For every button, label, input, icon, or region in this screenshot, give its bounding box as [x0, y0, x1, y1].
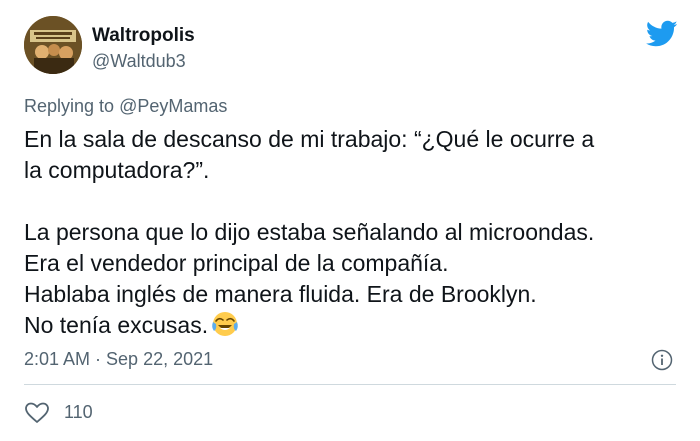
tweet-line: La persona que lo dijo estaba señalando …: [24, 219, 595, 245]
heart-icon[interactable]: [24, 401, 50, 425]
tweet-line: la computadora?”.: [24, 157, 210, 183]
twitter-bird-icon[interactable]: [646, 20, 678, 48]
tweet-line: Hablaba inglés de manera fluida. Era de …: [24, 281, 537, 307]
avatar-image: [24, 16, 82, 74]
face-with-tears-of-joy-icon: [211, 310, 239, 338]
replying-to-label: Replying to @PeyMamas: [24, 96, 227, 117]
tweet-card: Waltropolis @Waltdub3 Replying to @PeyMa…: [0, 0, 700, 441]
reply-mention-link[interactable]: @PeyMamas: [119, 96, 227, 116]
like-count: 110: [64, 402, 93, 422]
tweet-timestamp[interactable]: 2:01 AM · Sep 22, 2021: [24, 349, 213, 370]
replying-prefix: Replying to: [24, 96, 115, 116]
tweet-line: En la sala de descanso de mi trabajo: “¿…: [24, 126, 595, 152]
divider: [24, 384, 676, 385]
tweet-text: En la sala de descanso de mi trabajo: “¿…: [24, 124, 684, 341]
tweet-line: Era el vendedor principal de la compañía…: [24, 250, 449, 276]
tweet-line-text: No tenía excusas.: [24, 312, 209, 338]
user-avatar[interactable]: [24, 16, 82, 74]
author-handle[interactable]: @Waltdub3: [92, 51, 186, 72]
info-icon[interactable]: [651, 349, 673, 371]
author-name[interactable]: Waltropolis: [92, 25, 195, 47]
tweet-line-last: No tenía excusas.: [24, 310, 684, 341]
